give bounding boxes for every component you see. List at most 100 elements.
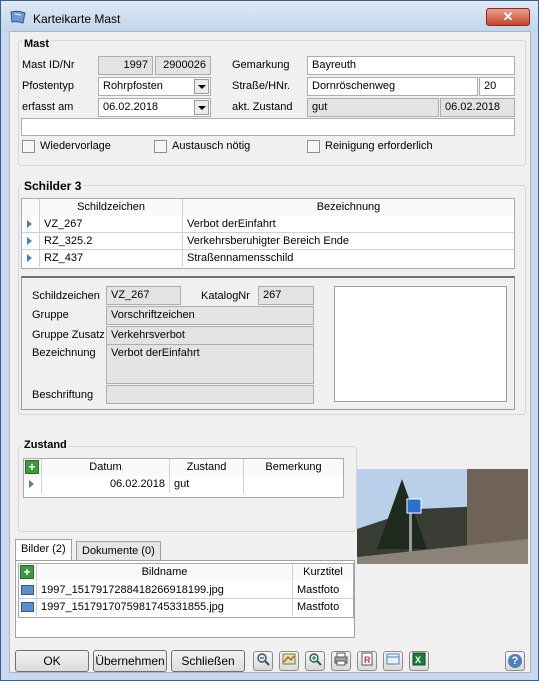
gemarkung-label: Gemarkung: [232, 59, 290, 71]
mast-id-label: Mast ID/Nr: [22, 59, 75, 71]
zustand-bemerkung: [244, 476, 343, 493]
col-header-kurztitel[interactable]: Kurztitel: [293, 564, 353, 581]
add-icon[interactable]: +: [20, 565, 34, 579]
bild-name: 1997_1517917075981745331855.jpg: [37, 599, 293, 616]
add-icon[interactable]: +: [25, 460, 39, 474]
zustand-field[interactable]: gut: [307, 98, 439, 117]
report-button[interactable]: R: [357, 651, 377, 671]
col-header-bezeichnung[interactable]: Bezeichnung: [183, 199, 514, 216]
mast-photo-image: [357, 469, 528, 564]
schild-image-frame: [334, 286, 507, 402]
bild-name: 1997_1517917288418266918199.jpg: [37, 582, 293, 599]
reinigung-checkbox[interactable]: [307, 140, 320, 153]
main-window: Karteikarte Mast ✕ Mast Mast ID/Nr 1997 …: [0, 0, 539, 681]
col-header-bildname[interactable]: Bildname: [37, 564, 293, 581]
schild-code: VZ_267: [40, 216, 183, 233]
image-cell[interactable]: [19, 582, 37, 599]
row-selector[interactable]: [22, 216, 40, 233]
erfasst-value: 06.02.2018: [103, 101, 159, 113]
ok-button[interactable]: OK: [15, 650, 89, 672]
table-header: + Bildname Kurztitel: [19, 564, 353, 581]
col-header-zustand[interactable]: Zustand: [170, 459, 244, 476]
row-selector[interactable]: [22, 250, 40, 267]
uebernehmen-button[interactable]: Übernehmen: [93, 650, 167, 672]
bild-kurztitel: Mastfoto: [297, 584, 340, 596]
schliessen-button[interactable]: Schließen: [171, 650, 245, 672]
row-arrow-icon: [27, 220, 32, 228]
bezeichnung-field[interactable]: Verbot derEinfahrt: [106, 344, 314, 384]
image-icon: [21, 585, 34, 595]
pfostentyp-value: Rohrpfosten: [103, 80, 163, 92]
row-arrow-icon: [27, 254, 32, 262]
gruppe-zusatz-label: Gruppe Zusatz: [32, 329, 105, 341]
reinigung-label: Reinigung erforderlich: [325, 140, 433, 152]
image-cell[interactable]: [19, 599, 37, 616]
zoom-in-button[interactable]: [305, 651, 325, 671]
row-arrow-icon: [29, 480, 34, 488]
mast-id-field[interactable]: 1997: [98, 56, 153, 75]
mast-nr-field[interactable]: 2900026: [155, 56, 211, 75]
add-row-cell[interactable]: +: [24, 459, 42, 476]
gemarkung-field[interactable]: Bayreuth: [307, 56, 515, 75]
col-header-schildzeichen[interactable]: Schildzeichen: [40, 199, 183, 216]
table-row[interactable]: RZ_325.2 Verkehrsberuhigter Bereich Ende: [22, 233, 514, 250]
mast-section-title: Mast: [22, 38, 52, 50]
gruppe-zusatz-field[interactable]: Verkehrsverbot: [106, 326, 314, 345]
zustand-label: akt. Zustand: [232, 101, 293, 113]
hausnummer-field[interactable]: 20: [479, 77, 515, 96]
wiedervorlage-label: Wiedervorlage: [40, 140, 111, 152]
katalognr-field[interactable]: 267: [258, 286, 314, 305]
add-row-cell[interactable]: +: [19, 564, 37, 581]
schilder-title-text: Schilder: [24, 179, 72, 193]
excel-icon: X: [412, 652, 426, 666]
schildzeichen-field[interactable]: VZ_267: [106, 286, 181, 305]
table-row[interactable]: RZ_437 Straßennamensschild: [22, 250, 514, 267]
chevron-down-icon[interactable]: [194, 79, 209, 94]
map-button[interactable]: [279, 651, 299, 671]
schild-name: Straßennamensschild: [187, 252, 294, 264]
zoom-in-icon: [309, 653, 322, 666]
zustand-datum: 06.02.2018: [42, 476, 170, 493]
schilder-count: 3: [74, 179, 82, 193]
title-bar: Karteikarte Mast ✕: [1, 1, 538, 31]
table-row[interactable]: 1997_1517917075981745331855.jpg Mastfoto: [19, 599, 353, 616]
austausch-checkbox[interactable]: [154, 140, 167, 153]
zustand-zustand: gut: [170, 476, 244, 493]
map-icon: [282, 653, 296, 665]
strasse-field[interactable]: Dornröschenweg: [307, 77, 478, 96]
table-row[interactable]: 06.02.2018 gut: [24, 476, 343, 493]
pfostentyp-select[interactable]: Rohrpfosten: [98, 77, 211, 96]
excel-export-button[interactable]: X: [409, 651, 429, 671]
zoom-out-icon: [257, 653, 270, 666]
zoom-out-button[interactable]: [253, 651, 273, 671]
mast-photo[interactable]: [357, 469, 528, 564]
tab-bilder[interactable]: Bilder (2): [15, 539, 72, 561]
pfostentyp-label: Pfostentyp: [22, 80, 74, 92]
beschriftung-label: Beschriftung: [32, 389, 94, 401]
row-selector[interactable]: [24, 476, 42, 493]
table-row[interactable]: VZ_267 Verbot derEinfahrt: [22, 216, 514, 233]
report-icon: R: [361, 652, 373, 666]
row-selector[interactable]: [22, 233, 40, 250]
bezeichnung-label: Bezeichnung: [32, 347, 96, 359]
print-button[interactable]: [331, 651, 351, 671]
table-header: + Datum Zustand Bemerkung: [24, 459, 343, 476]
svg-text:X: X: [415, 655, 421, 665]
col-header-bemerkung[interactable]: Bemerkung: [244, 459, 343, 476]
gruppe-label: Gruppe: [32, 309, 69, 321]
col-header-datum[interactable]: Datum: [42, 459, 170, 476]
beschriftung-field[interactable]: [106, 385, 314, 404]
help-button[interactable]: ?: [505, 651, 525, 671]
chevron-down-icon[interactable]: [194, 100, 209, 115]
close-button[interactable]: ✕: [486, 8, 530, 26]
gruppe-field[interactable]: Vorschriftzeichen: [106, 306, 314, 325]
tab-dokumente[interactable]: Dokumente (0): [76, 541, 161, 561]
zustand-date-field[interactable]: 06.02.2018: [440, 98, 515, 117]
erfasst-date-picker[interactable]: 06.02.2018: [98, 98, 211, 117]
note-field[interactable]: [21, 118, 515, 136]
table-view-button[interactable]: [383, 651, 403, 671]
table-row[interactable]: 1997_1517917288418266918199.jpg Mastfoto: [19, 582, 353, 599]
erfasst-label: erfasst am: [22, 101, 74, 113]
wiedervorlage-checkbox[interactable]: [22, 140, 35, 153]
bild-kurztitel: Mastfoto: [297, 601, 340, 613]
